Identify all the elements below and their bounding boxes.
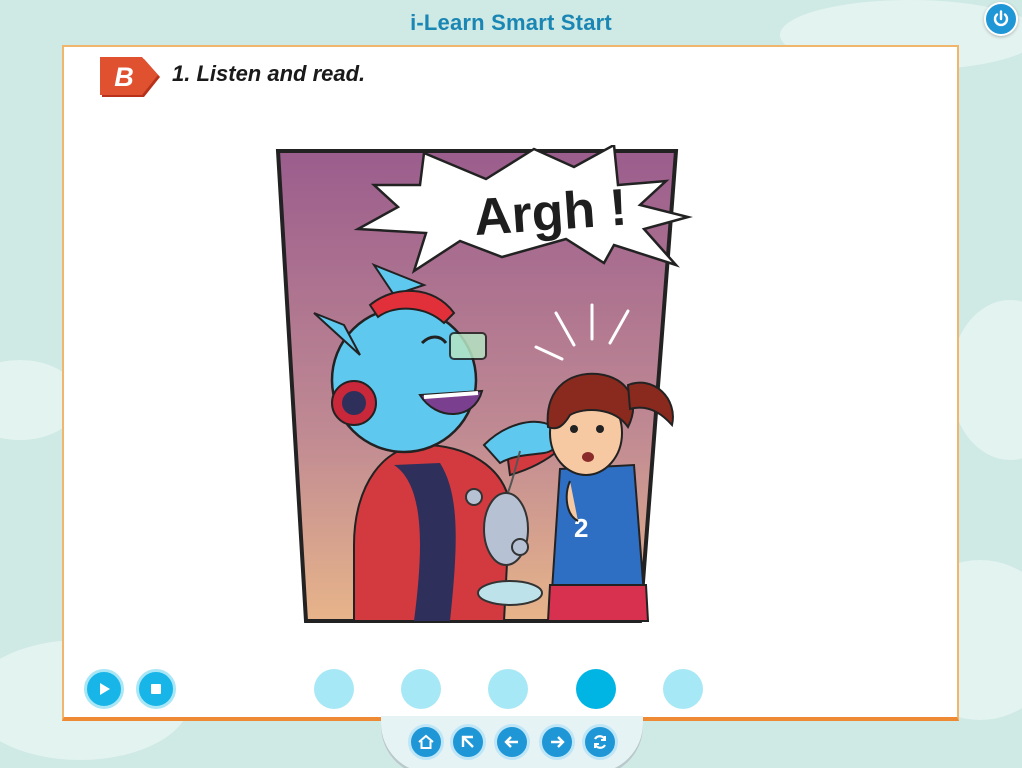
stop-icon	[151, 684, 161, 694]
stop-button[interactable]	[136, 669, 176, 709]
page-dot-5[interactable]	[663, 669, 703, 709]
back-button[interactable]	[494, 724, 530, 760]
play-icon	[100, 683, 110, 695]
home-button[interactable]	[408, 724, 444, 760]
speech-text: Argh !	[472, 179, 629, 248]
background-cloud	[950, 300, 1022, 460]
instruction-text: 1. Listen and read.	[172, 61, 366, 86]
refresh-button[interactable]	[582, 724, 618, 760]
up-arrow-icon	[461, 735, 474, 748]
up-button[interactable]	[450, 724, 486, 760]
section-badge: B	[100, 55, 162, 99]
forward-arrow-icon	[551, 736, 565, 748]
back-arrow-icon	[504, 736, 518, 748]
home-icon	[418, 734, 434, 749]
lesson-panel: B 1. Listen and read. 2 Argh !	[62, 45, 959, 721]
power-button[interactable]	[984, 2, 1018, 36]
page-dot-1[interactable]	[314, 669, 354, 709]
page-dot-3[interactable]	[488, 669, 528, 709]
forward-button[interactable]	[539, 724, 575, 760]
refresh-icon	[593, 735, 607, 749]
page-dot-4[interactable]	[576, 669, 616, 709]
play-button[interactable]	[84, 669, 124, 709]
section-letter: B	[114, 62, 134, 92]
page-dot-2[interactable]	[401, 669, 441, 709]
app-title: i-Learn Smart Start	[410, 10, 612, 35]
power-icon	[993, 10, 1009, 27]
comic-illustration: 2 Argh !	[275, 145, 693, 623]
